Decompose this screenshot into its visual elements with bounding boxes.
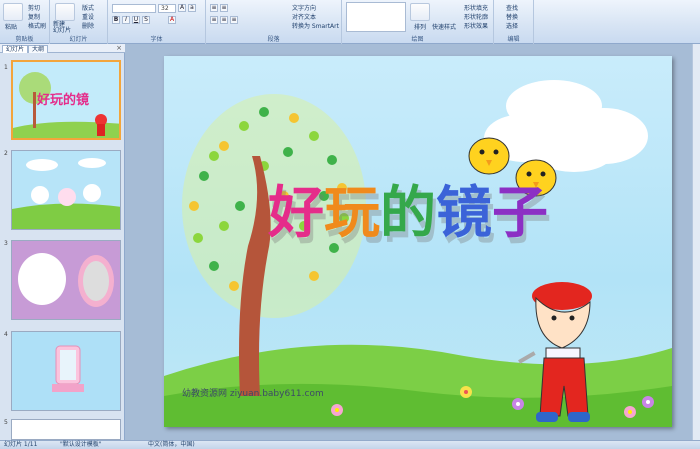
title-char-4: 镜 bbox=[436, 181, 492, 246]
status-bar: 幻灯片 1/11 "默认设计模板" 中文(简体，中国) bbox=[0, 440, 700, 449]
smartart-button[interactable]: 转换为 SmartArt bbox=[292, 21, 339, 30]
slide-title[interactable]: 好玩的镜子 bbox=[268, 168, 548, 249]
slides-pane: 幻灯片 大纲 × 1 好玩的镜 2 3 4 5 bbox=[0, 44, 125, 440]
theme-name: "默认设计模板" bbox=[60, 441, 102, 448]
font-name-combo[interactable] bbox=[112, 4, 156, 13]
slide-thumbnail-1[interactable]: 好玩的镜 bbox=[11, 60, 121, 140]
strike-button[interactable]: S bbox=[142, 16, 150, 24]
font-color-button[interactable]: A bbox=[168, 16, 176, 24]
align-center-button[interactable]: ≡ bbox=[220, 16, 228, 24]
paste-button[interactable] bbox=[3, 3, 23, 21]
align-left-button[interactable]: ≡ bbox=[210, 16, 218, 24]
drawing-group-label: 绘图 bbox=[411, 36, 424, 43]
reset-button[interactable]: 重设 bbox=[82, 12, 94, 21]
language-indicator: 中文(简体，中国) bbox=[148, 441, 195, 448]
current-slide[interactable]: 好玩的镜子 幼教资源网 ziyuan.baby611.com bbox=[164, 56, 672, 427]
slide-number: 5 bbox=[4, 419, 8, 426]
slide-thumbnail-2[interactable] bbox=[11, 150, 121, 230]
title-char-1: 好 bbox=[268, 181, 324, 246]
title-char-2: 玩 bbox=[324, 181, 380, 246]
replace-button[interactable]: 替换 bbox=[506, 12, 518, 21]
arrange-button[interactable] bbox=[410, 3, 430, 21]
shape-effects-button[interactable]: 形状效果 bbox=[464, 21, 488, 30]
slides-group-label: 幻灯片 bbox=[69, 36, 88, 43]
thumbnail-3-art bbox=[12, 241, 120, 319]
website-watermark: 幼教资源网 ziyuan.baby611.com bbox=[182, 389, 324, 399]
slide-editing-area: 好玩的镜子 幼教资源网 ziyuan.baby611.com bbox=[126, 44, 700, 440]
ribbon: 粘贴 剪切 复制 格式刷 剪贴板 新建 幻灯片 版式 重设 删除 幻灯片 32 … bbox=[0, 0, 700, 44]
title-char-5: 子 bbox=[492, 181, 548, 246]
editing-group: 查找 替换 选择 编辑 bbox=[494, 0, 534, 44]
editing-group-label: 编辑 bbox=[507, 36, 520, 43]
new-slide-label: 新建 幻灯片 bbox=[53, 21, 72, 34]
svg-text:好玩的镜: 好玩的镜 bbox=[36, 92, 89, 108]
shape-fill-button[interactable]: 形状填充 bbox=[464, 3, 488, 12]
slide-thumbnail-5[interactable] bbox=[11, 419, 121, 440]
paragraph-group-label: 段落 bbox=[267, 36, 280, 43]
tab-slides[interactable]: 幻灯片 bbox=[2, 45, 29, 53]
slides-group: 新建 幻灯片 版式 重设 删除 幻灯片 bbox=[50, 0, 108, 44]
font-group: 32 A a B I U S A 字体 bbox=[108, 0, 206, 44]
layout-button[interactable]: 版式 bbox=[82, 3, 94, 12]
quick-styles-button[interactable]: 快速样式 bbox=[432, 22, 456, 31]
bold-button[interactable]: B bbox=[112, 16, 120, 24]
align-text-button[interactable]: 对齐文本 bbox=[292, 12, 316, 21]
font-size-combo[interactable]: 32 bbox=[158, 4, 176, 13]
numbering-button[interactable]: ≡ bbox=[220, 4, 228, 12]
grow-font-button[interactable]: A bbox=[178, 4, 186, 12]
slide-number: 1 bbox=[4, 64, 8, 71]
arrange-label: 排列 bbox=[414, 24, 427, 31]
thumbnail-2-art bbox=[12, 151, 120, 229]
new-slide-button[interactable] bbox=[55, 3, 75, 21]
tab-outline[interactable]: 大纲 bbox=[28, 45, 49, 53]
format-painter-button[interactable]: 格式刷 bbox=[28, 21, 46, 30]
slide-number: 2 bbox=[4, 150, 8, 157]
paste-label: 粘贴 bbox=[5, 24, 18, 31]
clipboard-group-label: 剪贴板 bbox=[15, 36, 34, 43]
copy-button[interactable]: 复制 bbox=[28, 12, 40, 21]
cut-button[interactable]: 剪切 bbox=[28, 3, 40, 12]
delete-button[interactable]: 删除 bbox=[82, 21, 94, 30]
clipboard-group: 粘贴 剪切 复制 格式刷 剪贴板 bbox=[0, 0, 50, 44]
italic-button[interactable]: I bbox=[122, 16, 130, 24]
find-button[interactable]: 查找 bbox=[506, 3, 518, 12]
slide-thumbnail-4[interactable] bbox=[11, 331, 121, 411]
font-group-label: 字体 bbox=[150, 36, 163, 43]
slide-thumbnail-3[interactable] bbox=[11, 240, 121, 320]
pane-tabs: 幻灯片 大纲 × bbox=[0, 44, 125, 53]
align-right-button[interactable]: ≡ bbox=[230, 16, 238, 24]
vertical-scrollbar[interactable] bbox=[692, 44, 700, 440]
shrink-font-button[interactable]: a bbox=[188, 4, 196, 12]
slide-number: 4 bbox=[4, 331, 8, 338]
shapes-gallery[interactable] bbox=[346, 2, 406, 32]
close-icon[interactable]: × bbox=[116, 44, 122, 52]
text-direction-button[interactable]: 文字方向 bbox=[292, 3, 316, 12]
paragraph-group: ≡ ≡ ≡ ≡ ≡ 文字方向 对齐文本 转换为 SmartArt 段落 bbox=[206, 0, 342, 44]
drawing-group: 排列 快速样式 形状填充 形状轮廓 形状效果 绘图 bbox=[342, 0, 494, 44]
thumbnail-1-art: 好玩的镜 bbox=[13, 62, 119, 138]
bullets-button[interactable]: ≡ bbox=[210, 4, 218, 12]
thumbnail-4-art bbox=[12, 332, 120, 410]
select-button[interactable]: 选择 bbox=[506, 21, 518, 30]
underline-button[interactable]: U bbox=[132, 16, 140, 24]
slide-counter: 幻灯片 1/11 bbox=[4, 441, 38, 448]
shape-outline-button[interactable]: 形状轮廓 bbox=[464, 12, 488, 21]
slide-number: 3 bbox=[4, 240, 8, 247]
title-char-3: 的 bbox=[380, 181, 436, 246]
